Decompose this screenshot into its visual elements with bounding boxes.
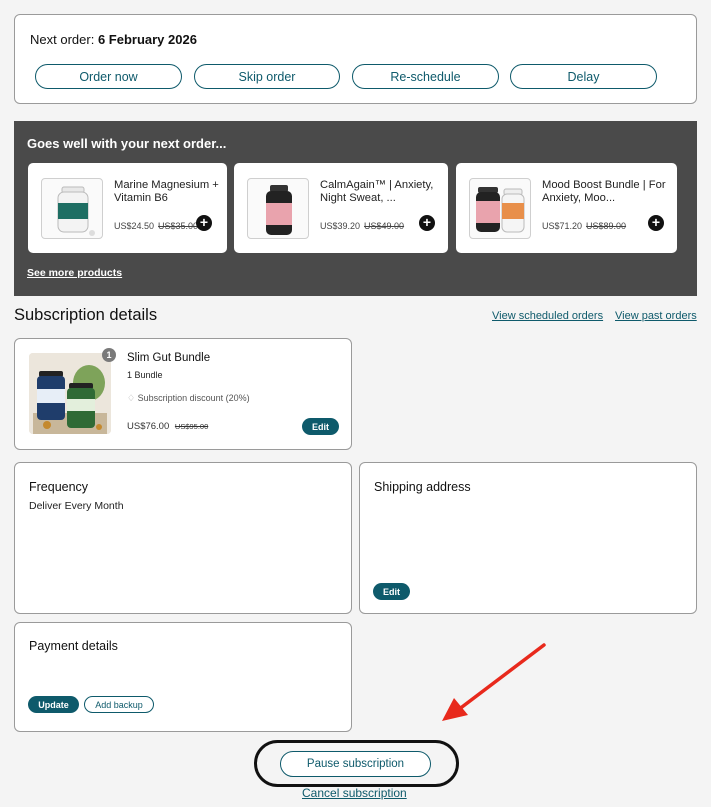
product-image	[29, 353, 111, 434]
product-price: US$39.20 US$49.00	[320, 221, 405, 231]
reschedule-button[interactable]: Re-schedule	[352, 64, 499, 89]
cancel-subscription-link[interactable]: Cancel subscription	[302, 786, 407, 800]
annotation-arrow-icon	[442, 643, 546, 721]
next-order-label: Next order: 6 February 2026	[30, 32, 197, 47]
order-now-button[interactable]: Order now	[35, 64, 182, 89]
view-past-orders-link[interactable]: View past orders	[615, 310, 697, 322]
edit-shipping-button[interactable]: Edit	[373, 583, 410, 600]
next-order-card: Next order: 6 February 2026 Order now Sk…	[14, 14, 697, 104]
subscription-details-title: Subscription details	[14, 306, 158, 324]
payment-details-title: Payment details	[29, 639, 118, 653]
product-name: Mood Boost Bundle | For Anxiety, Moo...	[542, 179, 666, 204]
subscription-discount: ♢ Subscription discount (20%)	[127, 393, 250, 403]
add-product-icon[interactable]: +	[419, 215, 435, 231]
product-name: Marine Magnesium + Vitamin B6	[114, 179, 219, 204]
add-product-icon[interactable]: +	[648, 215, 664, 231]
shipping-address-card: Shipping address Edit	[359, 462, 697, 614]
product-name: CalmAgain™ | Anxiety, Night Sweat, ...	[320, 179, 434, 204]
view-scheduled-orders-link[interactable]: View scheduled orders	[492, 310, 603, 322]
product-price: US$24.50 US$35.00	[114, 221, 199, 231]
upsell-title: Goes well with your next order...	[27, 136, 227, 151]
subscription-item-variant: 1 Bundle	[127, 370, 163, 380]
subscription-item-card: 1 Slim Gut Bundle 1 Bundle ♢ Subscriptio…	[14, 338, 352, 450]
subscription-item-name: Slim Gut Bundle	[127, 352, 211, 364]
product-image	[41, 178, 103, 239]
product-old-price: US$89.00	[586, 221, 627, 231]
update-payment-button[interactable]: Update	[28, 696, 79, 713]
see-more-products-link[interactable]: See more products	[27, 267, 122, 279]
product-old-price: US$35.00	[158, 221, 199, 231]
add-backup-button[interactable]: Add backup	[84, 696, 154, 713]
tag-icon: ♢	[127, 393, 136, 403]
next-order-date: 6 February 2026	[97, 32, 197, 47]
delay-button[interactable]: Delay	[510, 64, 657, 89]
add-product-icon[interactable]: +	[196, 215, 212, 231]
product-price: US$71.20 US$89.00	[542, 221, 627, 231]
subscription-item-old-price: US$95.00	[174, 422, 209, 431]
edit-item-button[interactable]: Edit	[302, 418, 339, 435]
upsell-product-card[interactable]: Mood Boost Bundle | For Anxiety, Moo... …	[456, 163, 677, 253]
frequency-value: Deliver Every Month	[29, 500, 124, 512]
payment-details-card: Payment details Update Add backup	[14, 622, 352, 732]
product-old-price: US$49.00	[364, 221, 405, 231]
shipping-address-title: Shipping address	[374, 480, 471, 494]
skip-order-button[interactable]: Skip order	[194, 64, 340, 89]
product-image	[469, 178, 531, 239]
quantity-badge: 1	[102, 348, 116, 362]
frequency-card: Frequency Deliver Every Month	[14, 462, 352, 614]
product-image	[247, 178, 309, 239]
frequency-title: Frequency	[29, 480, 89, 494]
pause-subscription-button[interactable]: Pause subscription	[280, 751, 431, 777]
subscription-item-price: US$76.00 US$95.00	[127, 421, 209, 432]
upsell-product-card[interactable]: Marine Magnesium + Vitamin B6 US$24.50 US…	[28, 163, 227, 253]
upsell-panel: Goes well with your next order... Marine…	[14, 121, 697, 296]
upsell-product-card[interactable]: CalmAgain™ | Anxiety, Night Sweat, ... U…	[234, 163, 448, 253]
